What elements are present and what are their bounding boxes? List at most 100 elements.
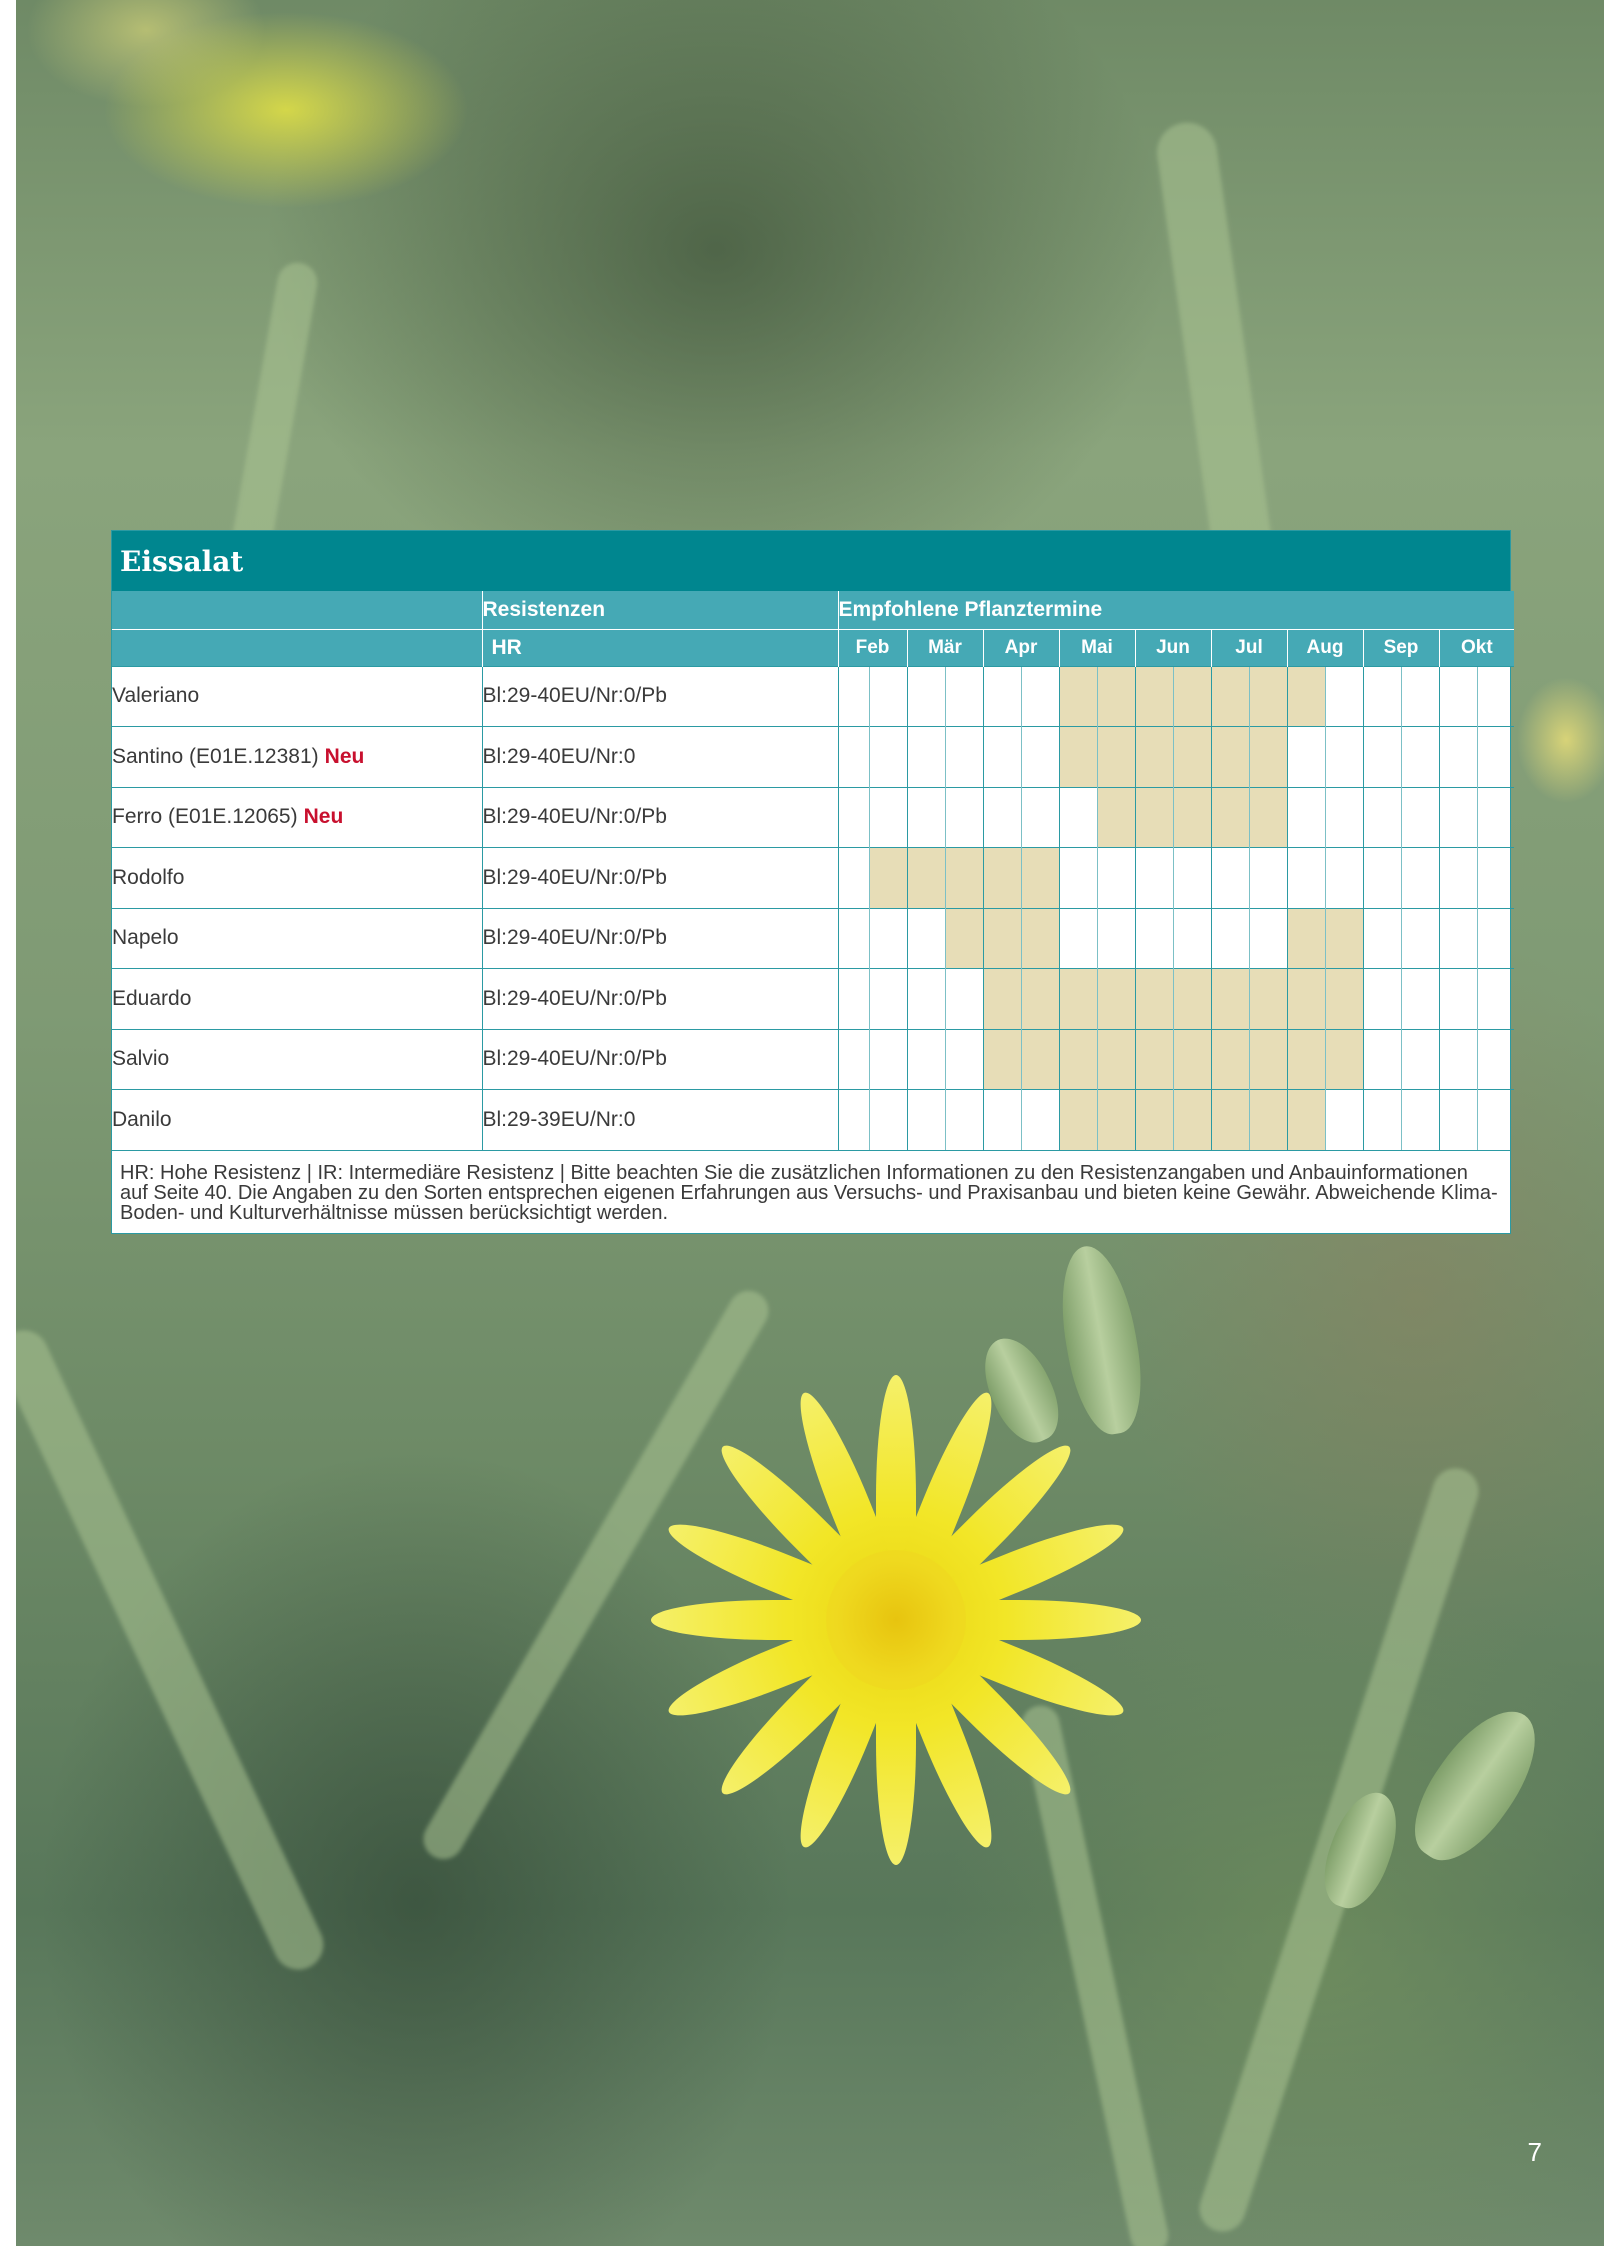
schedule-cell	[906, 1028, 945, 1090]
schedule-cell	[1400, 665, 1439, 727]
planting-period-cell	[1286, 907, 1325, 969]
planting-period-cell	[868, 847, 907, 908]
table-row: Santino (E01E.12381) Neu Bl:29-40EU/Nr:0	[112, 726, 1515, 787]
planting-period-cell	[1096, 968, 1135, 1029]
schedule-cell	[1172, 847, 1211, 908]
planting-period-cell	[906, 847, 945, 908]
table-row: Salvio Bl:29-40EU/Nr:0/Pb	[112, 1028, 1515, 1090]
schedule-cell	[1400, 1089, 1439, 1150]
resistances-header: Resistenzen	[481, 591, 838, 629]
month-header: Apr	[982, 628, 1059, 666]
table-row: Danilo Bl:29-39EU/Nr:0	[112, 1089, 1515, 1150]
planting-period-cell	[1324, 907, 1363, 969]
variety-name: Eduardo	[112, 986, 192, 1010]
schedule-cell	[906, 968, 945, 1029]
schedule-cell	[1362, 1089, 1401, 1150]
schedule-cell	[944, 1028, 983, 1090]
schedule-cell	[837, 786, 869, 848]
schedule-cell	[1286, 847, 1325, 908]
variety-name: Napelo	[112, 926, 179, 950]
planting-table-card: Eissalat Resistenzen Empfohlene Pflanzte…	[111, 530, 1515, 1234]
schedule-cell	[906, 786, 945, 848]
schedule-cell	[1362, 726, 1401, 787]
planting-period-cell	[1248, 968, 1287, 1029]
schedule-cell	[1172, 907, 1211, 969]
planting-period-cell	[1172, 786, 1211, 848]
planting-period-cell	[944, 907, 983, 969]
schedule-cell	[1058, 907, 1097, 969]
schedule-cell	[1324, 1089, 1363, 1150]
schedule-cell	[982, 665, 1021, 727]
planting-period-cell	[1058, 665, 1097, 727]
schedule-cell	[1400, 786, 1439, 848]
schedule-cell	[1438, 1089, 1477, 1150]
variety-name-cell: Napelo	[112, 907, 482, 969]
schedule-cell	[1476, 907, 1515, 969]
name-header	[112, 591, 482, 629]
planting-period-cell	[1324, 1028, 1363, 1090]
month-header: Sep	[1362, 628, 1439, 666]
variety-name-cell: Danilo	[112, 1089, 482, 1150]
variety-name: Santino (E01E.12381)	[112, 744, 319, 768]
variety-name-cell: Ferro (E01E.12065) Neu	[112, 786, 482, 848]
schedule-cell	[1096, 847, 1135, 908]
schedule-cell	[1324, 726, 1363, 787]
schedule-cell	[1362, 786, 1401, 848]
planting-period-cell	[1020, 907, 1059, 969]
variety-name-cell: Eduardo	[112, 968, 482, 1029]
new-badge: Neu	[303, 805, 344, 829]
schedule-cell	[906, 907, 945, 969]
table-title: Eissalat	[112, 531, 1510, 591]
schedule-cell	[1438, 968, 1477, 1029]
schedule-cell	[1058, 847, 1097, 908]
schedule-cell	[1438, 1028, 1477, 1090]
schedule-cell	[837, 907, 869, 969]
variety-name: Salvio	[112, 1047, 170, 1071]
table-row: Napelo Bl:29-40EU/Nr:0/Pb	[112, 907, 1515, 969]
variety-name-cell: Salvio	[112, 1028, 482, 1090]
variety-name-cell: Rodolfo	[112, 847, 482, 908]
page-number: 7	[1527, 2137, 1542, 2167]
variety-name: Danilo	[112, 1108, 172, 1131]
schedule-cell	[1020, 1089, 1059, 1150]
name-subheader	[112, 628, 482, 666]
planting-period-cell	[1248, 726, 1287, 787]
schedule-cell	[1438, 847, 1477, 908]
month-header: Okt	[1438, 628, 1515, 666]
schedule-cell	[1248, 907, 1287, 969]
schedule-cell	[1476, 968, 1515, 1029]
schedule-cell	[837, 847, 869, 908]
schedule-cell	[1324, 847, 1363, 908]
month-header: Jun	[1134, 628, 1211, 666]
schedule-cell	[837, 1028, 869, 1090]
variety-name-cell: Valeriano	[112, 665, 482, 727]
schedule-cell	[1438, 786, 1477, 848]
planting-period-cell	[1134, 968, 1173, 1029]
resistance-cell: Bl:29-40EU/Nr:0	[481, 726, 838, 787]
resistance-cell: Bl:29-39EU/Nr:0	[481, 1089, 838, 1150]
planting-period-cell	[982, 907, 1021, 969]
schedule-cell	[1400, 968, 1439, 1029]
variety-name-cell: Santino (E01E.12381) Neu	[112, 726, 482, 787]
schedule-cell	[1020, 786, 1059, 848]
planting-period-cell	[1058, 726, 1097, 787]
planting-period-cell	[1096, 1089, 1135, 1150]
schedule-cell	[837, 665, 869, 727]
schedule-cell	[982, 1089, 1021, 1150]
planting-period-cell	[1134, 1028, 1173, 1090]
schedule-cell	[1134, 907, 1173, 969]
planting-period-cell	[1210, 1089, 1249, 1150]
schedule-cell	[837, 1089, 869, 1150]
schedule-cell	[1438, 665, 1477, 727]
schedule-cell	[868, 1028, 907, 1090]
schedule-cell	[1476, 1089, 1515, 1150]
planting-period-cell	[982, 1028, 1021, 1090]
planting-period-cell	[1286, 1028, 1325, 1090]
resistance-cell: Bl:29-40EU/Nr:0/Pb	[481, 786, 838, 848]
planting-period-cell	[1020, 1028, 1059, 1090]
planting-period-cell	[1248, 1089, 1287, 1150]
schedule-cell	[868, 907, 907, 969]
schedule-cell	[868, 968, 907, 1029]
schedule-cell	[1362, 847, 1401, 908]
schedule-cell	[1438, 726, 1477, 787]
